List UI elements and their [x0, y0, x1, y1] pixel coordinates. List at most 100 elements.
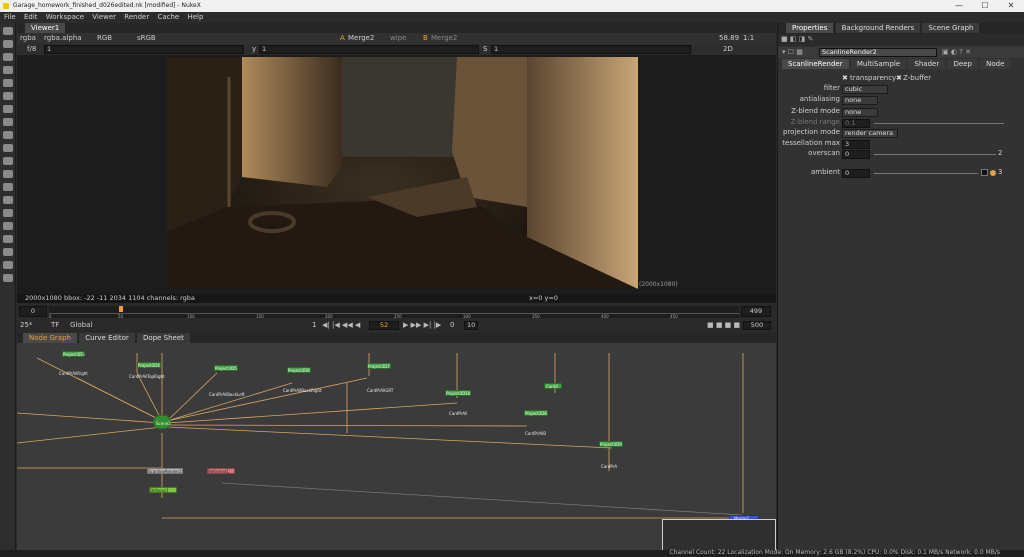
- node-label-scanlinerender2: ScanlineRender2: [148, 469, 182, 474]
- tab-dope-sheet[interactable]: Dope Sheet: [137, 333, 190, 343]
- fps-select[interactable]: 25*: [20, 320, 32, 330]
- tab-node-graph[interactable]: Node Graph: [23, 333, 77, 343]
- s-field[interactable]: 1: [491, 45, 691, 54]
- end-frame-field[interactable]: 500: [743, 321, 771, 330]
- settings-icon[interactable]: [3, 274, 13, 282]
- cara-vr-icon[interactable]: [3, 261, 13, 269]
- menu-workspace[interactable]: Workspace: [46, 13, 84, 21]
- node-graph-canvas[interactable]: Project3D3 CardPrAllRight Project3D4 Car…: [17, 343, 776, 557]
- overscan-field[interactable]: 0: [842, 150, 870, 159]
- input-a-node[interactable]: Merge2: [348, 33, 374, 43]
- tab-viewer1[interactable]: Viewer1: [25, 23, 66, 33]
- menu-help[interactable]: Help: [187, 13, 203, 21]
- gain-field[interactable]: 1: [44, 45, 244, 54]
- channel-tools-icon[interactable]: [3, 66, 13, 74]
- zblend-mode-dropdown[interactable]: none: [842, 108, 878, 117]
- transform-tools-icon[interactable]: [3, 131, 13, 139]
- tab-background-renders[interactable]: Background Renders: [835, 23, 921, 33]
- tab-curve-editor[interactable]: Curve Editor: [79, 333, 135, 343]
- ofx-plugins-icon[interactable]: [3, 248, 13, 256]
- step-field-c[interactable]: 10: [464, 321, 478, 330]
- antialiasing-dropdown[interactable]: none: [842, 96, 878, 105]
- menu-cache[interactable]: Cache: [157, 13, 179, 21]
- lut-select[interactable]: sRGB: [137, 33, 156, 43]
- color-picker-icon[interactable]: [990, 170, 996, 176]
- tick-150: 150: [256, 314, 264, 319]
- menu-viewer[interactable]: Viewer: [92, 13, 116, 21]
- ambient-slider[interactable]: [874, 173, 978, 174]
- particles-icon[interactable]: [3, 196, 13, 204]
- color-tools-icon[interactable]: [3, 79, 13, 87]
- furnace-icon[interactable]: [3, 222, 13, 230]
- 3d-tools-icon[interactable]: [3, 144, 13, 152]
- step-field-a[interactable]: 1: [312, 320, 316, 330]
- projection-mode-dropdown[interactable]: render camera: [842, 129, 898, 138]
- transparency-checkbox[interactable]: ✖: [842, 74, 848, 82]
- playback-options-icon[interactable]: ■ ■ ■ ■: [707, 320, 740, 330]
- subtab-node[interactable]: Node: [980, 59, 1011, 69]
- step-field-b[interactable]: 0: [450, 320, 454, 330]
- overscan-slider[interactable]: [874, 154, 996, 155]
- keyer-tools-icon[interactable]: [3, 105, 13, 113]
- channels-select[interactable]: rgba: [20, 33, 36, 43]
- node-label-cardprallbackright: CardPrAllBackRight: [283, 388, 322, 393]
- subtab-shader[interactable]: Shader: [908, 59, 946, 69]
- alpha-select[interactable]: rgba.alpha: [44, 33, 82, 43]
- timeline-track[interactable]: 0 50 100 150 200 250 300 350 400 450: [49, 306, 739, 319]
- tessellation-max-field[interactable]: 3: [842, 140, 870, 149]
- filter-dropdown[interactable]: cubic: [842, 85, 888, 94]
- tab-scene-graph[interactable]: Scene Graph: [922, 23, 980, 33]
- tick-0: 0: [49, 314, 52, 319]
- zoom-select[interactable]: 1:1: [743, 33, 754, 43]
- views-tools-icon[interactable]: [3, 157, 13, 165]
- properties-toolbar-icons[interactable]: ■ ◧ ◨ ✎: [781, 35, 813, 43]
- tf-select[interactable]: TF: [51, 320, 59, 330]
- tick-250: 250: [394, 314, 402, 319]
- next-buttons[interactable]: ▶ ▶▶ ▶| |▶: [403, 320, 441, 330]
- ambient-field[interactable]: 0: [842, 169, 870, 178]
- metadata-tools-icon[interactable]: [3, 170, 13, 178]
- subtab-scanlinerender[interactable]: ScanlineRender: [782, 59, 849, 69]
- node-label-project3d10: Project3D10: [446, 391, 471, 396]
- menu-file[interactable]: File: [4, 13, 16, 21]
- other-tools-icon[interactable]: [3, 235, 13, 243]
- filter-tools-icon[interactable]: [3, 92, 13, 100]
- close-button[interactable]: ✕: [998, 0, 1024, 12]
- gamma-field[interactable]: 1: [259, 45, 479, 54]
- wipe-select[interactable]: wipe: [390, 33, 406, 43]
- node-name-field[interactable]: ScanlineRender2: [819, 48, 937, 57]
- subtab-multisample[interactable]: MultiSample: [850, 59, 907, 69]
- playhead[interactable]: [119, 306, 123, 312]
- input-b-node[interactable]: Merge2: [431, 33, 457, 43]
- menu-render[interactable]: Render: [124, 13, 149, 21]
- maximize-button[interactable]: ☐: [972, 0, 998, 12]
- format-label: (2000x1080): [639, 281, 678, 288]
- node-label-reformat1: Reformat1: [208, 469, 229, 474]
- zbuffer-checkbox[interactable]: ✖: [896, 74, 902, 82]
- menu-edit[interactable]: Edit: [24, 13, 38, 21]
- frame-field[interactable]: 52: [369, 321, 399, 330]
- minimize-button[interactable]: —: [946, 0, 972, 12]
- display-select[interactable]: RGB: [97, 33, 112, 43]
- node-header-icons[interactable]: ▾ ☐ ▦: [782, 48, 803, 56]
- view-mode-select[interactable]: 2D: [723, 44, 733, 54]
- deep-tools-icon[interactable]: [3, 209, 13, 217]
- tab-properties[interactable]: Properties: [786, 23, 834, 33]
- merge-tools-icon[interactable]: [3, 118, 13, 126]
- node-header-buttons[interactable]: ▣ ◐ ? ✕: [942, 48, 971, 56]
- app-icon: [3, 3, 9, 9]
- draw-tools-icon[interactable]: [3, 40, 13, 48]
- timeline-start[interactable]: 0: [19, 306, 47, 317]
- prev-buttons[interactable]: ◀| |◀ ◀◀ ◀: [322, 320, 360, 330]
- timeline-end[interactable]: 499: [741, 306, 771, 317]
- zblend-range-slider[interactable]: [874, 123, 1004, 124]
- scope-select[interactable]: Global: [70, 320, 92, 330]
- tick-400: 400: [601, 314, 609, 319]
- viewer-image-area[interactable]: (2000x1080): [17, 55, 776, 294]
- toolsets-icon[interactable]: [3, 183, 13, 191]
- image-tools-icon[interactable]: [3, 27, 13, 35]
- zblend-range-field[interactable]: 0.1: [842, 119, 870, 128]
- ambient-color-swatch[interactable]: [981, 169, 988, 176]
- subtab-deep[interactable]: Deep: [947, 59, 978, 69]
- time-tools-icon[interactable]: [3, 53, 13, 61]
